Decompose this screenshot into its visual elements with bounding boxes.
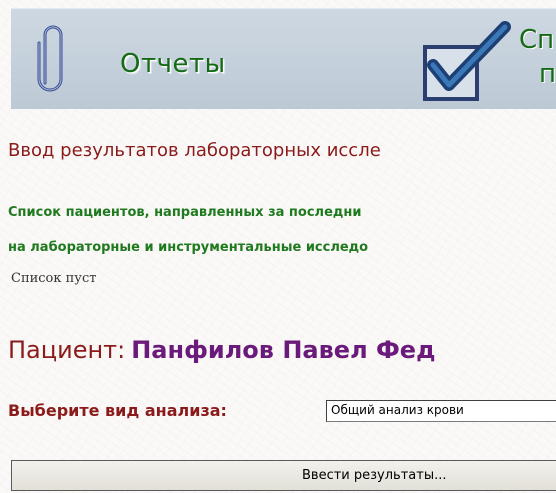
patient-list-button[interactable]: Сп па	[416, 9, 556, 109]
patient-list-label: Сп па	[519, 23, 556, 91]
top-navigation-bar: Отчеты Сп па	[11, 8, 556, 109]
patient-heading: Пациент: Панфилов Павел Фед	[8, 336, 435, 364]
patient-list-label-line1: Сп	[519, 25, 555, 55]
reports-button[interactable]: Отчеты	[11, 9, 311, 109]
patient-list-label-line2: па	[539, 59, 556, 89]
analysis-type-label: Выберите вид анализа:	[8, 401, 227, 420]
page-title: Ввод результатов лабораторных иссле	[8, 140, 381, 161]
checkbox-icon	[419, 21, 511, 107]
enter-results-button[interactable]: Ввести результаты...	[11, 460, 556, 491]
patient-list-heading-line1: Список пациентов, направленных за послед…	[8, 205, 362, 220]
patient-label: Пациент:	[8, 336, 126, 364]
patient-name: Панфилов Павел Фед	[131, 336, 436, 364]
patient-list-heading-line2: на лабораторные и инструментальные иссле…	[8, 240, 369, 255]
analysis-type-select[interactable]: Общий анализ крови	[326, 400, 556, 422]
reports-label: Отчеты	[120, 49, 226, 79]
empty-list-text: Список пуст	[11, 271, 97, 286]
paperclip-icon	[33, 21, 69, 103]
